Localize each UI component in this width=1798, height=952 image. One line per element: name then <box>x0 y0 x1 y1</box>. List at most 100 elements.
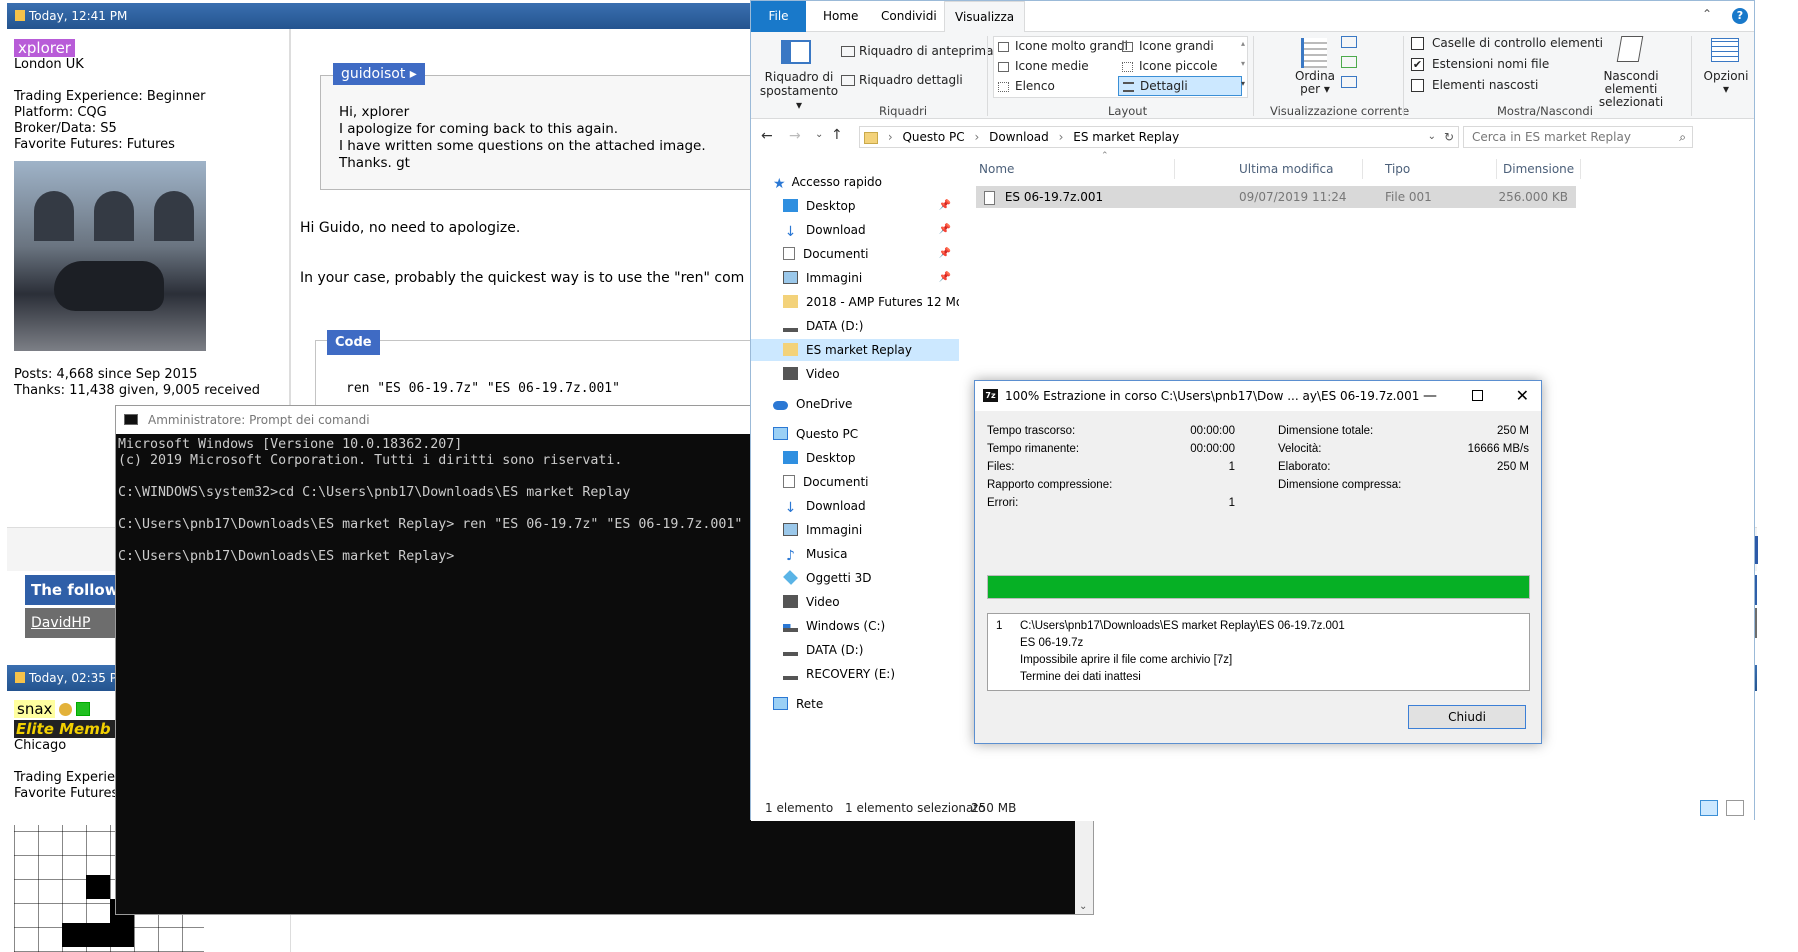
nav-item-download[interactable]: ↓ Download 📌 <box>783 219 955 241</box>
network-icon <box>773 697 788 710</box>
search-input[interactable]: Cerca in ES market Replay ⌕ <box>1463 126 1693 148</box>
recent-locations-icon[interactable]: ⌄ <box>815 129 823 140</box>
address-dropdown-icon[interactable]: ⌄ <box>1428 127 1436 147</box>
search-icon[interactable]: ⌕ <box>1679 127 1686 147</box>
nav-item-images[interactable]: Immagini 📌 <box>783 267 955 289</box>
post-time: Today, 12:41 PM <box>29 9 128 23</box>
extraction-dialog[interactable]: 7z 100% Estrazione in corso C:\Users\pnb… <box>974 380 1542 744</box>
nav-item-selected-folder[interactable]: ES market Replay <box>751 339 959 361</box>
size-columns-icon[interactable] <box>1341 76 1357 88</box>
chevron-right-icon[interactable]: › <box>1059 130 1064 144</box>
large-icons-view-icon[interactable] <box>1726 800 1744 816</box>
pin-icon[interactable]: 📌 <box>939 243 951 265</box>
tab-home[interactable]: Home <box>813 1 868 32</box>
layout-label: Icone medie <box>1015 59 1089 73</box>
tab-file[interactable]: File <box>751 1 806 32</box>
chevron-up-icon[interactable]: ⌃ <box>1702 7 1712 21</box>
user-detail: Trading Experience: Beginner <box>14 89 206 104</box>
layout-list[interactable]: Elenco <box>998 79 1055 93</box>
nav-this-pc[interactable]: Questo PC <box>773 423 858 445</box>
close-button[interactable]: Chiudi <box>1408 705 1526 729</box>
pin-icon[interactable]: 📌 <box>939 267 951 289</box>
nav-pc-drive-c[interactable]: Windows (C:) <box>783 615 885 637</box>
layout-medium[interactable]: Icone medie <box>998 59 1089 73</box>
expand-gallery-icon[interactable]: ▾ <box>1241 79 1245 88</box>
dialog-titlebar[interactable]: 7z 100% Estrazione in corso C:\Users\pnb… <box>975 381 1541 411</box>
hide-selected-button[interactable]: Nascondi elementi selezionati <box>1581 70 1681 109</box>
details-view-icon[interactable] <box>1700 800 1718 816</box>
forward-icon[interactable]: → <box>789 128 801 144</box>
chevron-right-icon[interactable]: › <box>974 130 979 144</box>
chevron-down-icon[interactable]: ⌄ <box>1079 901 1087 912</box>
nav-pc-drive-e[interactable]: RECOVERY (E:) <box>783 663 895 685</box>
checkbox-checked[interactable]: ✔ <box>1411 58 1424 71</box>
add-columns-icon[interactable] <box>1341 56 1357 68</box>
scroll-up-icon[interactable]: ▴ <box>1241 39 1245 48</box>
help-icon[interactable]: ? <box>1732 8 1748 24</box>
scroll-down-icon[interactable]: ▾ <box>1241 59 1245 68</box>
options-button[interactable]: Opzioni ▾ <box>1701 70 1751 96</box>
sort-by-button[interactable]: Ordina per ▾ <box>1285 70 1345 96</box>
checkbox-label: Estensioni nomi file <box>1432 57 1550 71</box>
pin-icon[interactable]: 📌 <box>939 195 951 217</box>
layout-large[interactable]: Icone grandi <box>1122 39 1214 53</box>
preview-pane-button[interactable]: Riquadro di anteprima <box>841 44 993 58</box>
nav-label: DATA (D:) <box>806 319 864 333</box>
tab-share[interactable]: Condividi <box>871 1 947 32</box>
layout-small[interactable]: Icone piccole <box>1122 59 1218 73</box>
address-bar[interactable]: › Questo PC › Download › ES market Repla… <box>859 126 1459 148</box>
breadcrumb-item[interactable]: Questo PC <box>902 130 964 144</box>
quote-author[interactable]: guidoisot ▸ <box>333 63 425 85</box>
nav-onedrive[interactable]: OneDrive <box>773 393 852 415</box>
user-avatar[interactable] <box>14 161 206 351</box>
checkbox-extensions[interactable]: ✔ Estensioni nomi file <box>1411 57 1549 71</box>
close-icon[interactable]: ✕ <box>1516 381 1529 411</box>
username-link[interactable]: xplorer <box>14 39 75 57</box>
nav-quick-access[interactable]: ★ Accesso rapido <box>773 171 882 193</box>
column-name[interactable]: Nome <box>979 159 1175 179</box>
column-size[interactable]: Dimensione <box>1503 159 1581 179</box>
nav-label: Immagini <box>806 271 863 285</box>
nav-pc-music[interactable]: ♪ Musica <box>783 543 847 565</box>
nav-pc-drive-d[interactable]: DATA (D:) <box>783 639 863 661</box>
nav-pc-documents[interactable]: Documenti <box>783 471 869 493</box>
group-panes-label: Riquadri <box>879 104 928 118</box>
chevron-right-icon[interactable]: › <box>888 130 893 144</box>
maximize-icon[interactable] <box>1472 390 1483 401</box>
checkbox-item-boxes[interactable]: Caselle di controllo elementi <box>1411 36 1603 50</box>
nav-pc-download[interactable]: ↓ Download <box>783 495 866 517</box>
refresh-icon[interactable]: ↻ <box>1444 127 1454 147</box>
nav-pc-desktop[interactable]: Desktop <box>783 447 856 469</box>
breadcrumb-item[interactable]: Download <box>989 130 1049 144</box>
minimize-icon[interactable]: — <box>1423 381 1437 411</box>
checkbox[interactable] <box>1411 79 1424 92</box>
layout-extra-large[interactable]: Icone molto grandi <box>998 39 1128 53</box>
nav-pc-images[interactable]: Immagini <box>783 519 862 541</box>
username-link[interactable]: snax <box>14 700 56 718</box>
nav-pc-video[interactable]: Video <box>783 591 840 613</box>
nav-item-folder[interactable]: 2018 - AMP Futures 12 Month <box>783 291 959 313</box>
checkbox-hidden-items[interactable]: Elementi nascosti <box>1411 78 1538 92</box>
details-pane-button[interactable]: Riquadro dettagli <box>841 73 963 87</box>
up-icon[interactable]: ↑ <box>831 127 843 143</box>
nav-item-video[interactable]: Video <box>783 363 840 385</box>
nav-item-documents[interactable]: Documenti 📌 <box>783 243 955 265</box>
column-modified[interactable]: Ultima modifica <box>1239 159 1363 179</box>
file-modified: 09/07/2019 11:24 <box>1239 190 1347 204</box>
error-list[interactable]: 1 C:\Users\pnb17\Downloads\ES market Rep… <box>987 613 1530 691</box>
ribbon-separator <box>987 36 988 116</box>
breadcrumb-item[interactable]: ES market Replay <box>1073 130 1179 144</box>
layout-details[interactable]: Dettagli <box>1118 76 1242 96</box>
file-row[interactable]: ES 06-19.7z.001 09/07/2019 11:24 File 00… <box>976 186 1576 208</box>
nav-item-drive[interactable]: DATA (D:) <box>783 315 863 337</box>
tab-view[interactable]: Visualizza <box>944 1 1026 33</box>
column-type[interactable]: Tipo <box>1385 159 1497 179</box>
pin-icon[interactable]: 📌 <box>939 219 951 241</box>
back-icon[interactable]: ← <box>761 128 773 144</box>
nav-network[interactable]: Rete <box>773 693 823 715</box>
nav-item-desktop[interactable]: Desktop 📌 <box>783 195 955 217</box>
group-by-icon[interactable] <box>1341 36 1357 48</box>
checkbox[interactable] <box>1411 37 1424 50</box>
nav-pane-button[interactable]: Riquadro di spostamento ▾ <box>755 70 843 112</box>
nav-pc-3d-objects[interactable]: Oggetti 3D <box>783 567 872 589</box>
